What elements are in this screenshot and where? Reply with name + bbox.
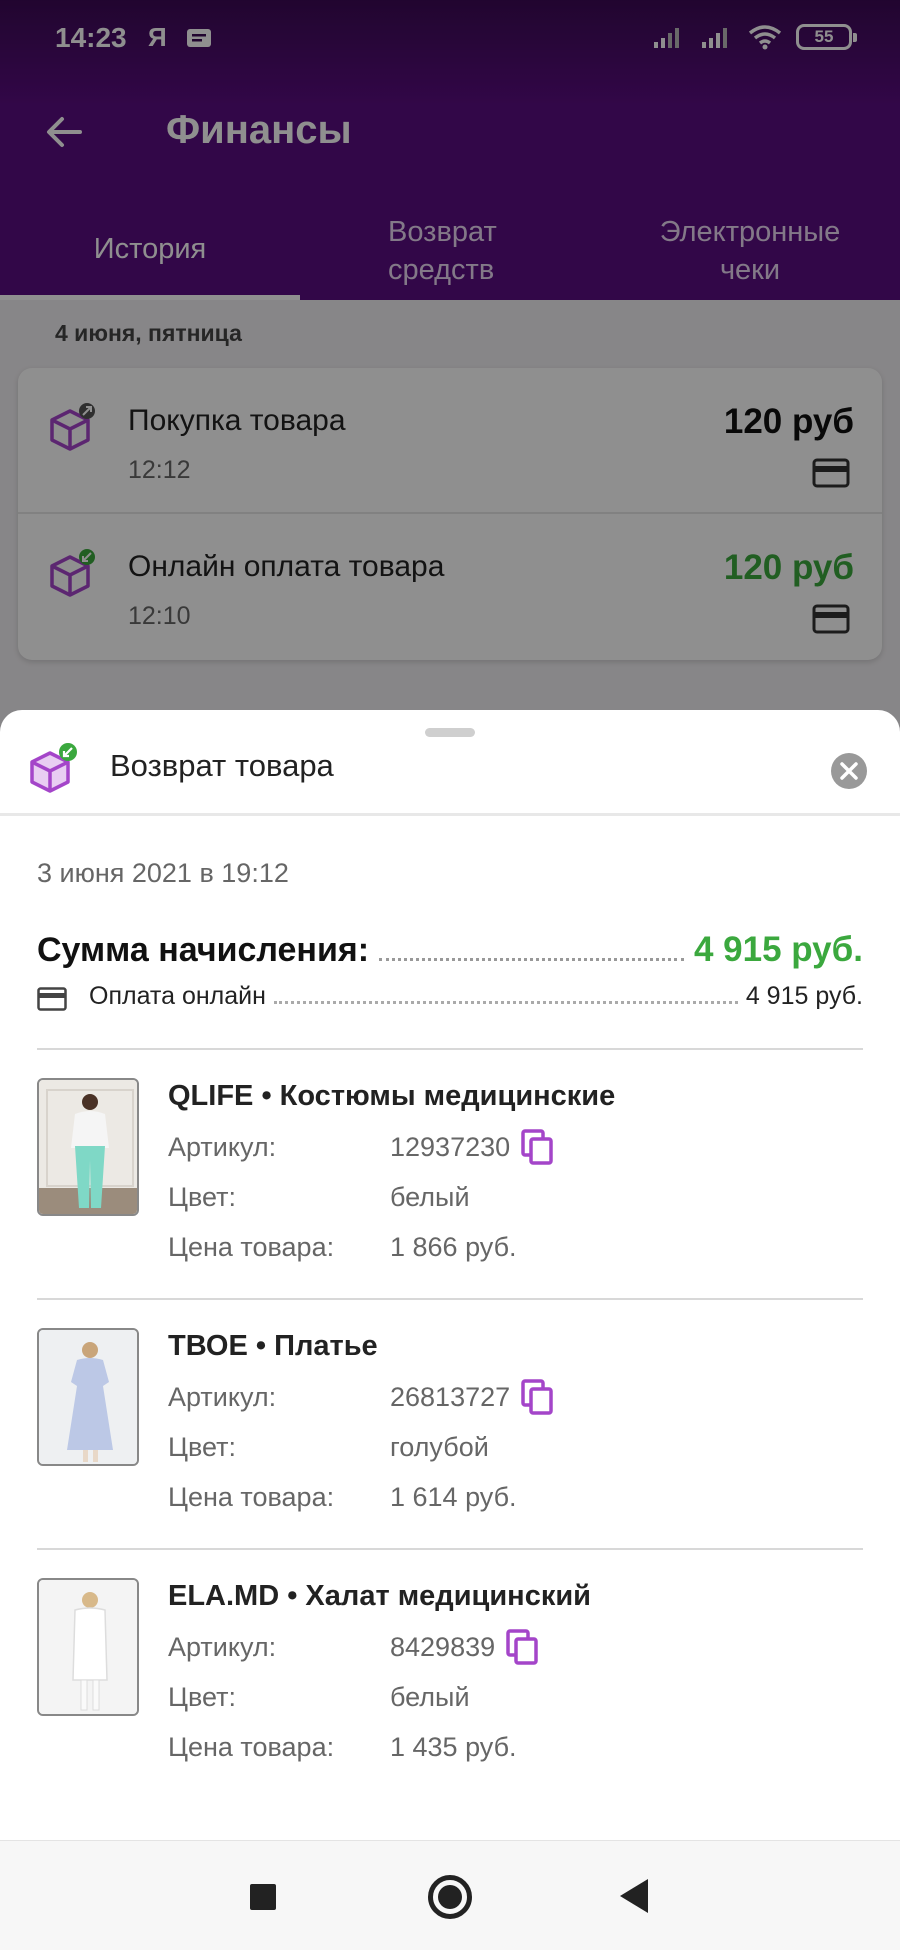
system-nav-bar: [0, 1840, 900, 1950]
product-item[interactable]: ELA.MD • Халат медицинский Артикул: 8429…: [37, 1550, 863, 1762]
payment-value: 4 915 руб.: [745, 982, 863, 1010]
home-button[interactable]: [428, 1875, 472, 1919]
price-value: 1 435 руб.: [390, 1732, 517, 1762]
product-image[interactable]: [37, 1328, 139, 1466]
refund-details-sheet: Возврат товара 3 июня 2021 в 19:12 Сумма…: [0, 710, 900, 1840]
product-image[interactable]: [37, 1578, 139, 1716]
color-label: Цвет:: [168, 1432, 237, 1462]
article-value-group: 8429839: [390, 1628, 539, 1666]
article-label: Артикул:: [168, 1132, 277, 1162]
dotted-leader: [273, 986, 738, 1004]
price-label: Цена товара:: [168, 1232, 335, 1262]
payment-row: Оплата онлайн 4 915 руб.: [37, 982, 863, 1016]
article-value-group: 12937230: [390, 1128, 554, 1166]
copy-icon[interactable]: [520, 1378, 554, 1416]
sum-row: Сумма начисления: 4 915 руб.: [37, 930, 863, 974]
dotted-leader: [379, 937, 684, 961]
product-image[interactable]: [37, 1078, 139, 1216]
price-label: Цена товара:: [168, 1482, 335, 1512]
drag-handle[interactable]: [425, 728, 475, 737]
color-label: Цвет:: [168, 1182, 237, 1212]
price-value: 1 866 руб.: [390, 1232, 517, 1262]
color-value: белый: [390, 1682, 470, 1712]
sum-value: 4 915 руб.: [693, 930, 863, 969]
product-item[interactable]: ТВОЕ • Платье Артикул: 26813727 Цвет: го…: [37, 1300, 863, 1512]
article-value: 8429839: [390, 1631, 496, 1662]
price-value: 1 614 руб.: [390, 1482, 517, 1512]
recents-button[interactable]: [250, 1884, 276, 1910]
color-value: белый: [390, 1182, 470, 1212]
box-refund-icon: [30, 743, 77, 793]
back-button[interactable]: [620, 1879, 648, 1913]
article-label: Артикул:: [168, 1632, 277, 1662]
product-title: ТВОЕ • Платье: [168, 1330, 378, 1362]
price-label: Цена товара:: [168, 1732, 335, 1762]
product-item[interactable]: QLIFE • Костюмы медицинские Артикул: 129…: [37, 1050, 863, 1262]
article-value: 12937230: [390, 1131, 511, 1162]
sum-label: Сумма начисления:: [37, 931, 370, 969]
article-value: 26813727: [390, 1381, 511, 1412]
color-value: голубой: [390, 1432, 489, 1462]
product-title: QLIFE • Костюмы медицинские: [168, 1080, 616, 1112]
article-label: Артикул:: [168, 1382, 277, 1412]
close-icon[interactable]: [830, 752, 868, 790]
bank-card-icon: [37, 987, 67, 1011]
copy-icon[interactable]: [520, 1128, 554, 1166]
color-label: Цвет:: [168, 1682, 237, 1712]
sheet-header: Возврат товара: [0, 710, 900, 816]
article-value-group: 26813727: [390, 1378, 554, 1416]
sheet-title: Возврат товара: [110, 748, 334, 783]
refund-date: 3 июня 2021 в 19:12: [37, 858, 289, 888]
copy-icon[interactable]: [505, 1628, 539, 1666]
payment-label: Оплата онлайн: [89, 982, 266, 1010]
product-title: ELA.MD • Халат медицинский: [168, 1580, 591, 1612]
